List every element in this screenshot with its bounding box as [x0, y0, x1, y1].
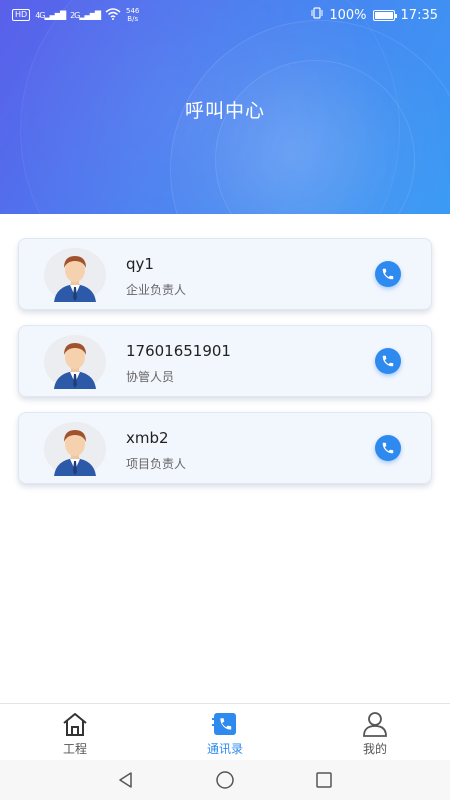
user-icon: [360, 710, 390, 738]
avatar-icon: [44, 335, 106, 389]
contact-role: 项目负责人: [126, 457, 187, 471]
vibrate-icon: [311, 7, 323, 23]
signal-icon: 4G▂▄▆█: [35, 10, 66, 20]
back-icon[interactable]: [114, 768, 138, 792]
page-title: 呼叫中心: [184, 100, 265, 122]
contact-list: qy1 企业负责人 17601651901 协管人员 xmb2 项目负责人: [18, 238, 432, 499]
phone-icon: [382, 268, 394, 280]
tab-label: 我的: [362, 742, 387, 756]
phone-icon: [382, 355, 394, 367]
system-nav-bar: [0, 760, 450, 800]
bottom-tab-bar: 工程 通讯录 我的: [0, 703, 450, 760]
avatar-icon: [44, 422, 106, 476]
signal-icon: 2G▂▄▆█: [70, 10, 101, 20]
tab-contacts[interactable]: 通讯录: [150, 704, 300, 760]
contact-role: 协管人员: [126, 370, 175, 384]
network-tag: HD: [12, 9, 31, 21]
phone-icon: [382, 442, 394, 454]
call-button[interactable]: [375, 435, 401, 461]
contact-name: xmb2: [126, 429, 169, 447]
header-banner: HD 4G▂▄▆█ 2G▂▄▆█ 546 B/s 100% 17:35 呼叫中心: [0, 0, 450, 214]
status-bar: HD 4G▂▄▆█ 2G▂▄▆█ 546 B/s 100% 17:35: [0, 0, 450, 30]
home-icon: [60, 710, 90, 738]
clock: 17:35: [400, 7, 438, 23]
contact-name: qy1: [126, 255, 154, 273]
contact-name: 17601651901: [126, 342, 231, 360]
contact-card[interactable]: qy1 企业负责人: [18, 238, 432, 310]
contact-role: 企业负责人: [126, 283, 187, 297]
network-speed: 546 B/s: [126, 7, 140, 23]
tab-engineering[interactable]: 工程: [0, 704, 150, 760]
battery-percent: 100%: [329, 7, 367, 23]
avatar-icon: [44, 248, 106, 302]
contact-card[interactable]: xmb2 项目负责人: [18, 412, 432, 484]
tab-mine[interactable]: 我的: [300, 704, 450, 760]
tab-label: 通讯录: [206, 742, 243, 756]
call-button[interactable]: [375, 261, 401, 287]
tab-label: 工程: [62, 742, 87, 756]
call-button[interactable]: [375, 348, 401, 374]
recents-icon[interactable]: [312, 768, 336, 792]
home-nav-icon[interactable]: [213, 768, 237, 792]
contacts-phone-icon: [210, 710, 240, 738]
wifi-icon: [105, 7, 121, 23]
contact-card[interactable]: 17601651901 协管人员: [18, 325, 432, 397]
battery-icon: [372, 9, 397, 21]
